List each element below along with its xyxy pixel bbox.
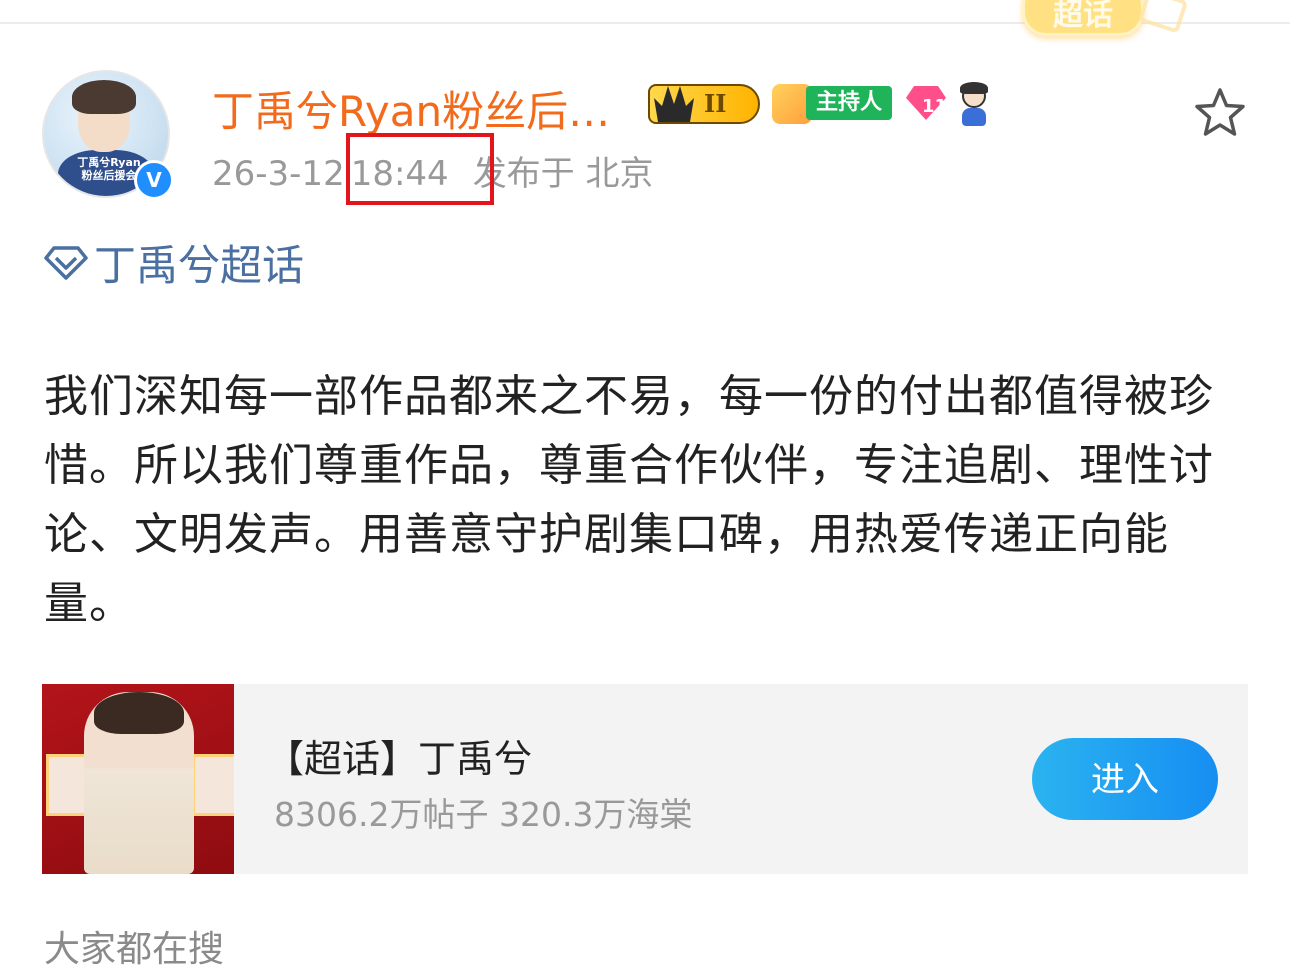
topic-card-stats: 8306.2万帖子 320.3万海棠 <box>274 795 693 834</box>
verified-icon: V <box>134 160 174 200</box>
super-topic-card[interactable]: 【超话】丁禹兮 8306.2万帖子 320.3万海棠 进入 <box>42 684 1248 874</box>
post-body-text: 我们深知每一部作品都来之不易，每一份的付出都值得被珍惜。所以我们尊重作品，尊重合… <box>44 371 1214 629</box>
floating-badge-decoration-icon <box>1137 0 1189 34</box>
gem-level: 11 <box>922 96 948 117</box>
super-topic-floating-badge[interactable]: 超话 <box>1022 0 1144 36</box>
post-date: 26-3-12 <box>212 154 345 194</box>
star-outline-icon <box>1195 88 1245 136</box>
host-badge[interactable]: 主持人 <box>806 86 892 120</box>
topic-tag-label: 丁禹兮超话 <box>94 240 305 290</box>
enter-topic-button[interactable]: 进入 <box>1032 738 1218 820</box>
diamond-topic-icon <box>44 246 88 280</box>
favorite-star-button[interactable] <box>1192 86 1248 140</box>
character-hair <box>960 82 988 94</box>
thumbnail-hair <box>94 692 184 734</box>
fan-gem-badge[interactable]: 11 <box>904 86 948 124</box>
avatar-hair <box>72 80 136 114</box>
topic-tag-link[interactable]: 丁禹兮超话 <box>44 232 304 292</box>
topic-card-thumbnail <box>42 684 234 874</box>
trending-search-heading: 大家都在搜 <box>44 929 225 970</box>
crown-level-label: II <box>704 89 727 118</box>
character-body <box>962 108 986 126</box>
thumbnail-frame-right <box>192 754 234 816</box>
character-avatar-icon[interactable] <box>956 82 992 128</box>
topic-card-title: 【超话】丁禹兮 <box>266 737 533 781</box>
post-location: 发布于 北京 <box>472 154 654 194</box>
author-avatar[interactable]: 丁禹兮Ryan 粉丝后援会 V <box>42 70 174 200</box>
crown-icon <box>654 86 694 122</box>
crown-level-badge[interactable]: II <box>648 84 760 124</box>
author-name[interactable]: 丁禹兮Ryan粉丝后… <box>212 78 610 139</box>
time-highlight-box <box>346 133 494 205</box>
